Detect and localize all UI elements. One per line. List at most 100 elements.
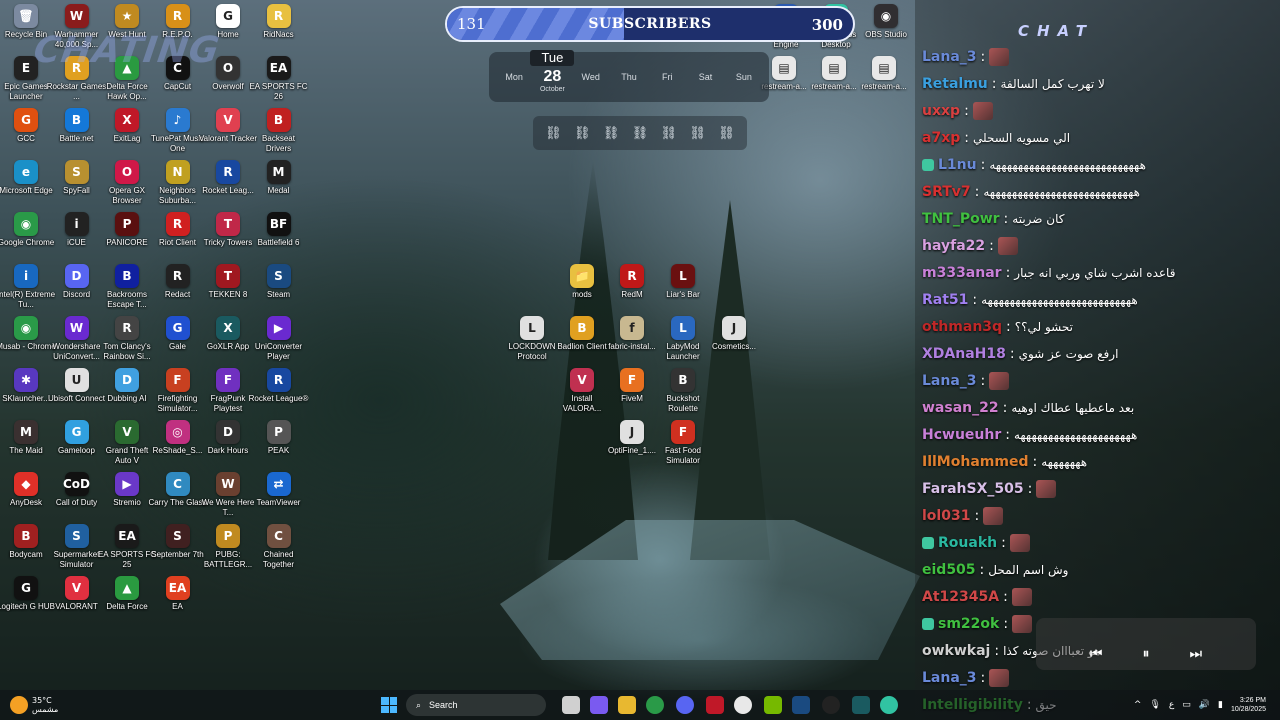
battery-icon[interactable]: ▮ (1218, 700, 1223, 710)
desktop-icon[interactable]: J OptiFine_1.... (606, 420, 658, 456)
desktop-icon[interactable]: f fabric-instal... (606, 316, 658, 352)
calendar-widget[interactable]: Mon Tue 28 October Wed Thu Fri Sat Sun (489, 49, 769, 102)
desktop-icon[interactable]: J Cosmetics... (708, 316, 760, 352)
calendar-today[interactable]: Tue 28 October (530, 49, 575, 93)
desktop-icon[interactable]: ◉ Google Chrome (0, 212, 54, 248)
desktop-icon[interactable]: ▤ restream-a... (858, 56, 910, 92)
pause-icon[interactable]: ⏸ (1143, 646, 1150, 662)
next-track-icon[interactable]: ⏭ (1190, 646, 1203, 662)
desktop-icon[interactable]: ◎ ReShade_S... (152, 420, 204, 456)
desktop-icon[interactable]: F Firefighting Simulator... (152, 368, 204, 414)
link-icon[interactable]: ⛓ (545, 126, 562, 141)
chrome-icon[interactable] (646, 696, 664, 714)
desktop-icon[interactable]: EA EA SPORTS FC 26 (249, 56, 308, 102)
system-clock[interactable]: 3:26 PM 10/28/2025 (1231, 696, 1266, 714)
desktop-icon[interactable]: L Liar's Bar (657, 264, 709, 300)
desktop-icon[interactable]: ♪ TunePat Music One (151, 108, 204, 154)
desktop-icon[interactable]: M Medal (253, 160, 305, 196)
desktop-icon[interactable]: D Dubbing AI (101, 368, 153, 404)
desktop-icon[interactable]: C Carry The Glass (148, 472, 207, 508)
desktop-icon[interactable]: R RedM (606, 264, 658, 300)
desktop-icon[interactable]: F FragPunk Playtest (202, 368, 254, 414)
desktop-icon[interactable]: R Rocket Leag... (202, 160, 254, 196)
streamlabs-icon[interactable] (880, 696, 898, 714)
desktop-icon[interactable]: X ExitLag (101, 108, 153, 144)
desktop-icon[interactable]: 📁 mods (556, 264, 608, 300)
desktop-icon[interactable]: R Tom Clancy's Rainbow Si... (101, 316, 153, 362)
taskbar-search[interactable]: ⌕ Search (406, 694, 546, 716)
calendar-day[interactable]: Sun (728, 72, 760, 82)
desktop-icon[interactable]: D Discord (51, 264, 103, 300)
calendar-day[interactable]: Mon (498, 72, 530, 82)
desktop-icon[interactable]: ◉ Musab - Chrome (0, 316, 56, 352)
desktop-icon[interactable]: ▤ restream-a... (808, 56, 860, 92)
microphone-icon[interactable]: 🎙 (1149, 700, 1160, 710)
desktop-icon[interactable]: X GoXLR App (202, 316, 254, 352)
desktop-icon[interactable]: EA EA (152, 576, 204, 612)
nvidia-icon[interactable] (764, 696, 782, 714)
desktop-icon[interactable]: U Ubisoft Connect (48, 368, 105, 404)
desktop-icon[interactable]: ▶ UniConverter Player (253, 316, 305, 362)
copilot-icon[interactable] (590, 696, 608, 714)
app-icon[interactable] (706, 696, 724, 714)
obs-icon[interactable] (734, 696, 752, 714)
desktop-icon[interactable]: G Gale (152, 316, 204, 352)
previous-track-icon[interactable]: ⏮ (1090, 646, 1103, 662)
file-explorer-icon[interactable] (618, 696, 636, 714)
desktop-icon[interactable]: M The Maid (0, 420, 52, 456)
desktop-icon[interactable]: P PUBG: BATTLEGR... (202, 524, 254, 570)
desktop-icon[interactable]: ▶ Stremio (101, 472, 153, 508)
calendar-day[interactable]: Thu (613, 72, 645, 82)
desktop-icon[interactable]: S Supermarket Simulator (51, 524, 103, 570)
desktop-icon[interactable]: B Battle.net (51, 108, 103, 144)
desktop-icon[interactable]: G GCC (0, 108, 52, 144)
desktop-icon[interactable]: P PEAK (253, 420, 305, 456)
desktop-icon[interactable]: G Logitech G HUB (0, 576, 55, 612)
desktop-icon[interactable]: i Intel(R) Extreme Tu... (0, 264, 55, 310)
desktop-icon[interactable]: L LabyMod Launcher (657, 316, 709, 362)
desktop-icon[interactable]: ▲ Delta Force (101, 576, 153, 612)
display-icon[interactable]: ▭ (1182, 700, 1191, 710)
chevron-up-icon[interactable]: ^ (1134, 700, 1142, 710)
desktop-icon[interactable]: N Neighbors Suburba... (152, 160, 204, 206)
calendar-day[interactable]: Sat (690, 72, 722, 82)
desktop-icon[interactable]: e Microsoft Edge (0, 160, 53, 196)
desktop-icon[interactable]: EA EA SPORTS FC 25 (98, 524, 156, 570)
calendar-day[interactable]: Fri (651, 72, 683, 82)
desktop-icon[interactable]: F Fast Food Simulator (657, 420, 709, 466)
desktop-icon[interactable]: P PANICORE (101, 212, 153, 248)
desktop-icon[interactable]: T Tricky Towers (202, 212, 254, 248)
desktop-icon[interactable]: B Badlion Client (556, 316, 608, 352)
desktop-icon[interactable]: i iCUE (51, 212, 103, 248)
link-icon[interactable]: ⛓ (661, 126, 678, 141)
desktop-icon[interactable]: B Bodycam (0, 524, 52, 560)
desktop-icon[interactable]: L LOCKDOWN Protocol (506, 316, 558, 362)
link-icon[interactable]: ⛓ (632, 126, 649, 141)
desktop-icon[interactable]: ◉ OBS Studio (860, 4, 912, 40)
desktop-icon[interactable]: D Dark Hours (202, 420, 254, 456)
windows-start-icon[interactable] (381, 697, 397, 713)
desktop-icon[interactable]: V Install VALORA... (556, 368, 608, 414)
discord-icon[interactable] (676, 696, 694, 714)
desktop-icon[interactable]: R Riot Client (152, 212, 204, 248)
goxlr-icon[interactable] (852, 696, 870, 714)
desktop-icon[interactable]: W We Were Here T... (202, 472, 254, 518)
desktop-icon[interactable]: ✱ SKlauncher... (0, 368, 52, 404)
link-icon[interactable]: ⛓ (603, 126, 620, 141)
desktop-icon[interactable]: T TEKKEN 8 (202, 264, 254, 300)
link-icon[interactable]: ⛓ (718, 126, 735, 141)
desktop-icon[interactable]: V VALORANT (51, 576, 103, 612)
desktop-icon[interactable]: BF Battlefield 6 (253, 212, 305, 248)
desktop-icon[interactable]: B Backseat Drivers (253, 108, 305, 154)
desktop-icon[interactable]: R Rocket League® (249, 368, 308, 404)
desktop-icon[interactable]: ◆ AnyDesk (0, 472, 52, 508)
desktop-icon[interactable]: W Wondershare UniConvert... (51, 316, 103, 362)
weather-widget[interactable]: 35°C مشمس (10, 690, 58, 720)
desktop-icon[interactable]: S SpyFall (51, 160, 103, 196)
link-icon[interactable]: ⛓ (689, 126, 706, 141)
desktop-icon[interactable]: S September 7th (151, 524, 204, 560)
logitech-icon[interactable] (822, 696, 840, 714)
desktop-icon[interactable]: S Steam (253, 264, 305, 300)
desktop-icon[interactable]: ⇄ TeamViewer (253, 472, 305, 508)
link-icon[interactable]: ⛓ (574, 126, 591, 141)
